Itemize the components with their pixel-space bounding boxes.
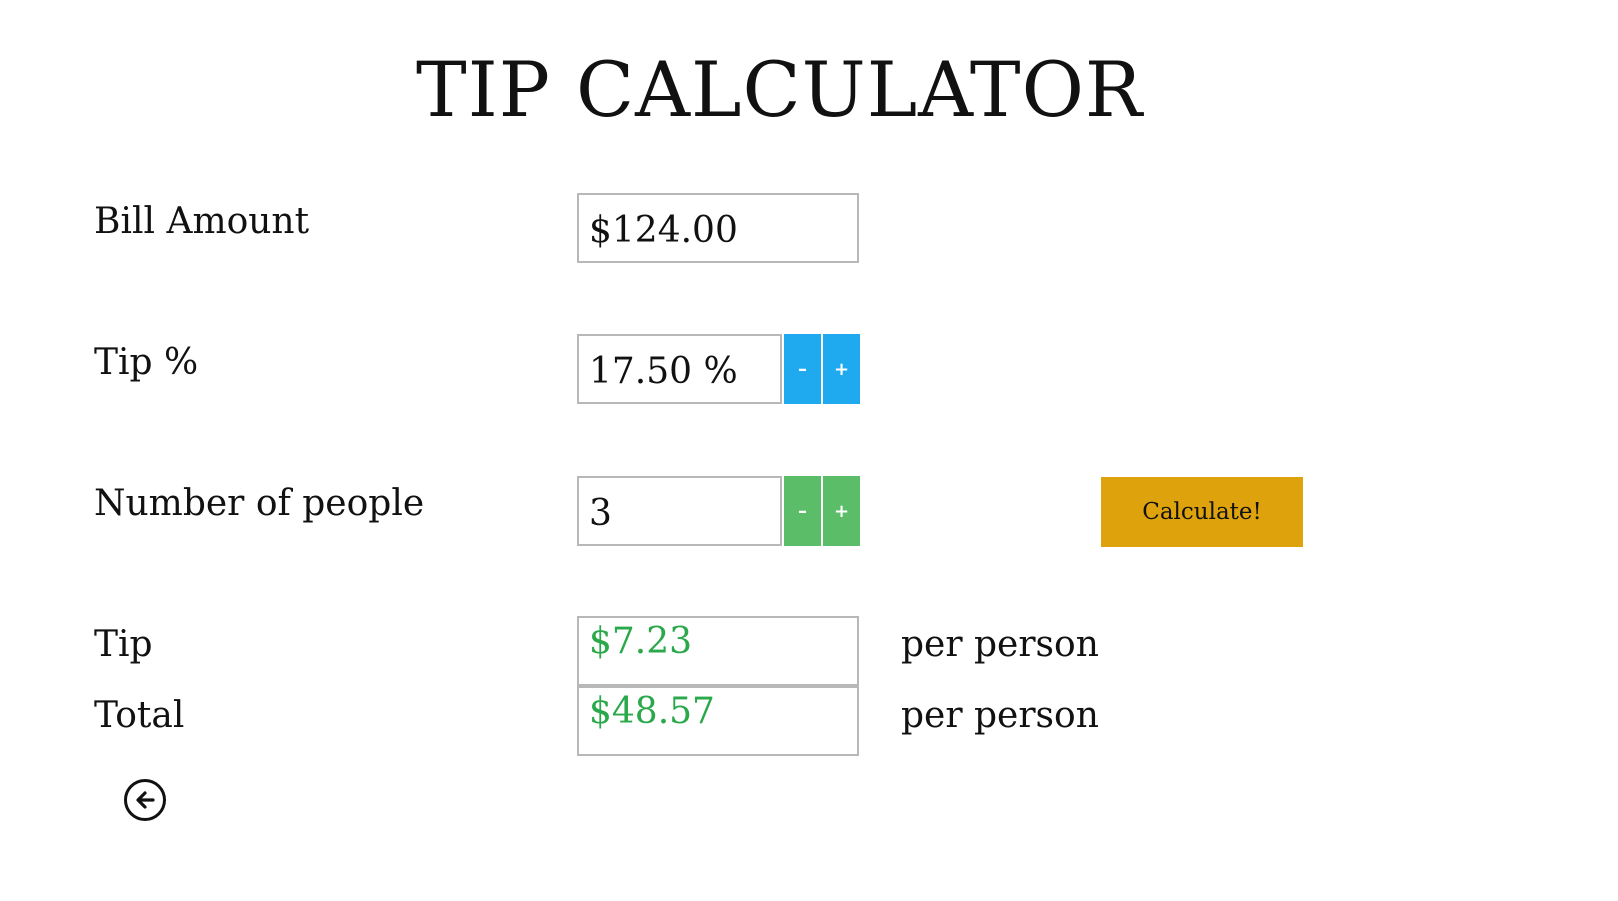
total-per-person-suffix: per person	[901, 695, 1099, 736]
tip-result-label: Tip	[94, 624, 153, 665]
people-count-increment-button[interactable]: +	[823, 476, 860, 546]
total-per-person-output: $48.57	[577, 686, 859, 756]
calculate-button[interactable]: Calculate!	[1101, 477, 1303, 547]
people-count-label: Number of people	[94, 483, 425, 524]
tip-percent-label: Tip %	[94, 342, 199, 383]
bill-amount-label: Bill Amount	[94, 201, 310, 242]
people-count-decrement-button[interactable]: –	[784, 476, 821, 546]
page-title: TIP CALCULATOR	[416, 45, 1144, 134]
tip-percent-decrement-button[interactable]: –	[784, 334, 821, 404]
people-count-input[interactable]	[577, 476, 782, 546]
tip-per-person-output: $7.23	[577, 616, 859, 686]
back-button[interactable]	[124, 779, 166, 821]
tip-percent-input[interactable]	[577, 334, 782, 404]
total-result-label: Total	[94, 695, 185, 736]
back-arrow-icon	[136, 791, 155, 809]
tip-per-person-suffix: per person	[901, 624, 1099, 665]
bill-amount-input[interactable]	[577, 193, 859, 263]
tip-percent-increment-button[interactable]: +	[823, 334, 860, 404]
